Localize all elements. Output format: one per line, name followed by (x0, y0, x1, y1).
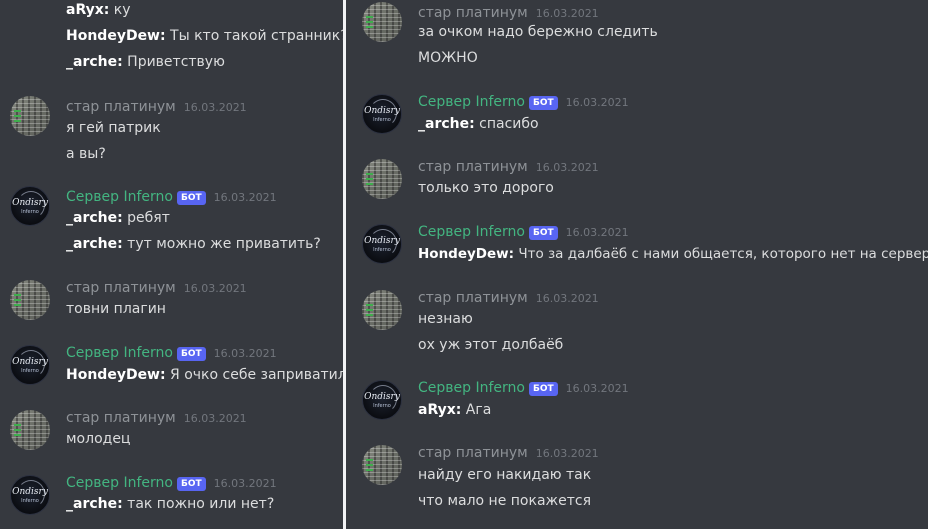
timestamp: 16.03.2021 (535, 7, 599, 20)
bot-tag: БОТ (176, 347, 206, 361)
timestamp: 16.03.2021 (213, 477, 277, 490)
message-line: _arche: Приветствую (66, 54, 225, 70)
user-avatar[interactable] (10, 410, 50, 450)
bot-avatar[interactable]: Ondisry Inferno (362, 380, 402, 420)
timestamp: 16.03.2021 (183, 412, 247, 425)
bot-logo-subtext: Inferno (21, 498, 39, 504)
message-line: _arche: тут можно же приватить? (66, 236, 321, 252)
bot-logo-subtext: Inferno (21, 209, 39, 215)
bot-username[interactable]: Сервер Inferno (418, 94, 525, 110)
bot-logo-text: Ondisry (364, 236, 400, 246)
bot-username[interactable]: Сервер Inferno (66, 189, 173, 205)
message-header: стар платинум 16.03.2021 (418, 287, 599, 307)
timestamp: 16.03.2021 (213, 191, 277, 204)
user-avatar[interactable] (10, 280, 50, 320)
bot-tag: БОТ (528, 96, 558, 110)
message-line: за очком надо бережно следить (418, 24, 658, 40)
chat-panel-right: стар платинум 16.03.2021 за очком надо бе… (346, 0, 928, 529)
message-header: Сервер Inferno БОТ 16.03.2021 (66, 186, 277, 206)
user-avatar[interactable] (362, 445, 402, 485)
message-line: молодец (66, 431, 131, 447)
user-avatar[interactable] (362, 2, 402, 42)
message-header: Сервер Inferno БОТ 16.03.2021 (418, 91, 629, 111)
bot-logo-subtext: Inferno (373, 247, 391, 253)
timestamp: 16.03.2021 (183, 101, 247, 114)
bot-username[interactable]: Сервер Inferno (418, 224, 525, 240)
bot-logo-text: Ondisry (12, 357, 48, 367)
message-line: незнаю (418, 311, 473, 327)
message-line: что мало не покажется (418, 493, 592, 509)
message-line: товни плагин (66, 301, 166, 317)
message-header: стар платинум 16.03.2021 (66, 96, 247, 116)
timestamp: 16.03.2021 (535, 447, 599, 460)
username[interactable]: стар платинум (418, 445, 528, 461)
bot-logo-text: Ondisry (12, 487, 48, 497)
message-line: а вы? (66, 146, 106, 162)
bot-avatar[interactable]: Ondisry Inferno (10, 186, 50, 226)
message-line: МОЖНО (418, 50, 478, 66)
username[interactable]: стар платинум (66, 99, 176, 115)
timestamp: 16.03.2021 (535, 161, 599, 174)
timestamp: 16.03.2021 (213, 347, 277, 360)
timestamp: 16.03.2021 (183, 282, 247, 295)
chat-panel-left: aRyx: ку HondeyDew: Ты кто такой странни… (0, 0, 343, 529)
message-line: aRyx: Ага (418, 402, 492, 418)
username[interactable]: стар платинум (66, 280, 176, 296)
message-header: стар платинум 16.03.2021 (66, 407, 247, 427)
user-avatar[interactable] (362, 290, 402, 330)
message-line: HondeyDew: Я очко себе заприватил (66, 367, 343, 383)
timestamp: 16.03.2021 (565, 382, 629, 395)
message-line: только это дорого (418, 180, 554, 196)
message-header: Сервер Inferno БОТ 16.03.2021 (66, 342, 277, 362)
message-header: стар платинум 16.03.2021 (418, 2, 599, 22)
message-line: _arche: спасибо (418, 116, 539, 132)
message-line: aRyx: ку (66, 2, 131, 18)
user-avatar[interactable] (362, 159, 402, 199)
username[interactable]: стар платинум (418, 159, 528, 175)
timestamp: 16.03.2021 (565, 96, 629, 109)
bot-logo-subtext: Inferno (373, 403, 391, 409)
message-line: я гей патрик (66, 120, 161, 136)
message-line: ох уж этот долбаёб (418, 337, 564, 353)
bot-avatar[interactable]: Ondisry Inferno (10, 345, 50, 385)
bot-avatar[interactable]: Ondisry Inferno (362, 224, 402, 264)
username[interactable]: стар платинум (66, 410, 176, 426)
username[interactable]: стар платинум (418, 5, 528, 21)
message-line: HondeyDew: Ты кто такой странник? (66, 28, 343, 44)
message-header: стар платинум 16.03.2021 (66, 277, 247, 297)
message-line: HondeyDew: Что за далбаёб с нами общаетс… (418, 246, 928, 262)
message-line: _arche: ребят (66, 210, 170, 226)
bot-username[interactable]: Сервер Inferno (418, 380, 525, 396)
bot-logo-subtext: Inferno (373, 117, 391, 123)
bot-username[interactable]: Сервер Inferno (66, 345, 173, 361)
message-header: Сервер Inferno БОТ 16.03.2021 (418, 377, 629, 397)
message-line: найду его накидаю так (418, 467, 592, 483)
message-header: Сервер Inferno БОТ 16.03.2021 (418, 221, 629, 241)
message-line: _arche: так пожно или нет? (66, 496, 275, 512)
username[interactable]: стар платинум (418, 290, 528, 306)
bot-avatar[interactable]: Ondisry Inferno (10, 475, 50, 515)
bot-logo-text: Ondisry (12, 198, 48, 208)
bot-logo-text: Ondisry (364, 106, 400, 116)
bot-username[interactable]: Сервер Inferno (66, 475, 173, 491)
bot-logo-subtext: Inferno (21, 368, 39, 374)
bot-tag: БОТ (176, 477, 206, 491)
bot-avatar[interactable]: Ondisry Inferno (362, 94, 402, 134)
bot-logo-text: Ondisry (364, 392, 400, 402)
user-avatar[interactable] (10, 96, 50, 136)
timestamp: 16.03.2021 (565, 226, 629, 239)
timestamp: 16.03.2021 (535, 292, 599, 305)
bot-tag: БОТ (528, 382, 558, 396)
message-header: стар платинум 16.03.2021 (418, 156, 599, 176)
bot-tag: БОТ (176, 191, 206, 205)
message-header: Сервер Inferno БОТ 16.03.2021 (66, 472, 277, 492)
bot-tag: БОТ (528, 226, 558, 240)
message-header: стар платинум 16.03.2021 (418, 442, 599, 462)
